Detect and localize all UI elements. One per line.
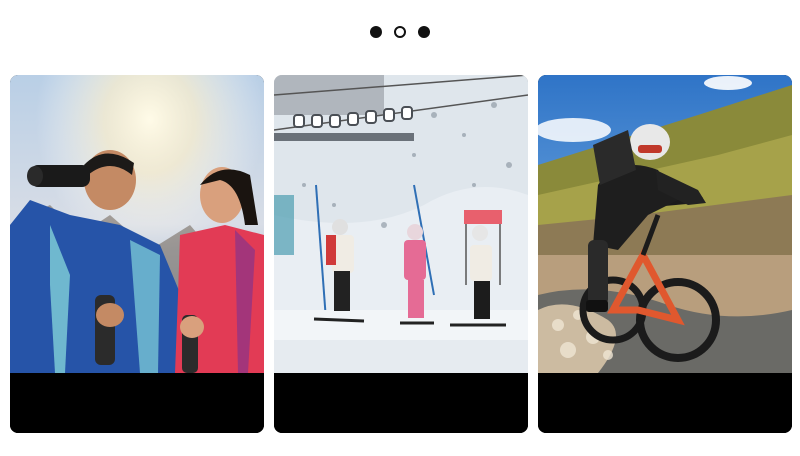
activity-card-skiing[interactable]: [274, 75, 528, 433]
activity-card-hiking[interactable]: [10, 75, 264, 433]
cycling-photo: [538, 75, 792, 373]
card-caption-bar: [274, 373, 528, 433]
activity-card-cycling[interactable]: [538, 75, 792, 433]
hiking-photo: [10, 75, 264, 373]
card-caption-bar: [10, 373, 264, 433]
carousel-dot-3[interactable]: [418, 26, 430, 38]
carousel-dot-2-active[interactable]: [394, 26, 406, 38]
skiing-photo: [274, 75, 528, 373]
carousel-dot-1[interactable]: [370, 26, 382, 38]
card-caption-bar: [538, 373, 792, 433]
carousel-pagination: [0, 26, 800, 40]
